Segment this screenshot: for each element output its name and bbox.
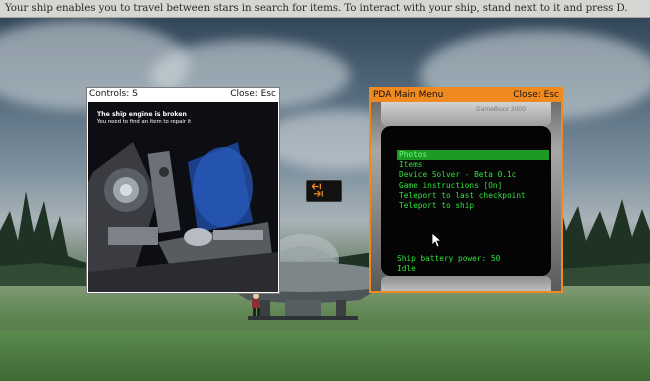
- pda-menu: Photos Items Device Solver - Beta 0.1c Game…: [397, 150, 549, 211]
- photo-caption-subtitle: You need to find an item to repair it: [97, 119, 192, 125]
- grass-foreground: [0, 331, 650, 381]
- pda-brand-label: GameBoxx 3000: [476, 106, 526, 113]
- pda-bottom-bezel: [381, 276, 551, 291]
- photo-viewer: The ship engine is broken You need to fi…: [88, 102, 278, 292]
- pda-menu-item[interactable]: Game instructions [On]: [397, 181, 549, 191]
- pda-menu-item[interactable]: Items: [397, 160, 549, 170]
- controls-hint: Controls: S: [89, 89, 138, 99]
- pda-screen: Photos Items Device Solver - Beta 0.1c Game…: [381, 126, 551, 276]
- pda-menu-item[interactable]: Teleport to last checkpoint: [397, 191, 549, 201]
- pda-device: GameBoxx 3000 Photos Items Device Solver -…: [371, 102, 561, 291]
- close-hint[interactable]: Close: Esc: [230, 89, 276, 99]
- pda-close-hint[interactable]: Close: Esc: [513, 90, 559, 100]
- pda-title: PDA Main Menu: [373, 90, 444, 100]
- pda-window[interactable]: PDA Main Menu Close: Esc GameBoxx 3000 P…: [369, 87, 563, 293]
- instruction-text: Your ship enables you to travel between …: [5, 2, 628, 14]
- pda-status: Ship battery power: 50 Idle: [397, 254, 500, 274]
- photo-caption-title: The ship engine is broken: [97, 111, 187, 118]
- pda-menu-item[interactable]: Photos: [397, 150, 549, 161]
- pda-menu-item[interactable]: Teleport to ship: [397, 201, 549, 211]
- transfer-button[interactable]: [306, 180, 342, 202]
- photo-window-header: Controls: S Close: Esc: [87, 88, 279, 102]
- mouse-cursor-icon: [431, 232, 443, 248]
- pda-top-bezel: GameBoxx 3000: [381, 102, 551, 126]
- instruction-bar: Your ship enables you to travel between …: [0, 0, 650, 18]
- engine-photo: [88, 102, 278, 292]
- battery-readout: Ship battery power: 50: [397, 254, 501, 263]
- ship-state: Idle: [397, 264, 416, 273]
- photo-window[interactable]: Controls: S Close: Esc The ship engine i…: [86, 87, 280, 294]
- transfer-arrows-icon: [311, 183, 323, 197]
- pda-header: PDA Main Menu Close: Esc: [371, 89, 561, 102]
- player-character: [252, 293, 260, 316]
- pda-menu-item[interactable]: Device Solver - Beta 0.1c: [397, 170, 549, 180]
